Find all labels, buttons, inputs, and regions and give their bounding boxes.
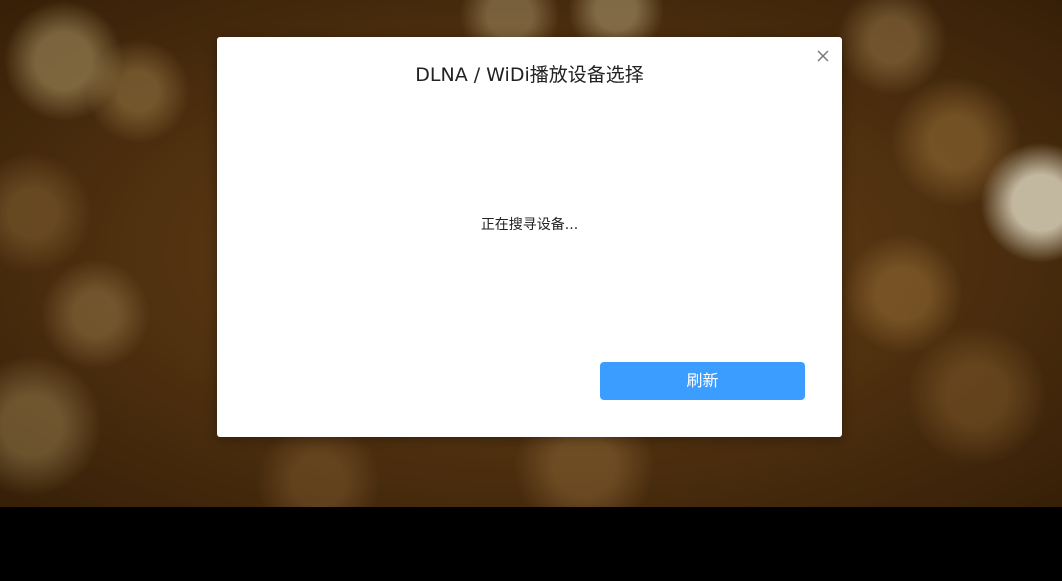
player-window: DLNA / WiDi播放设备选择 正在搜寻设备... 刷新 xyxy=(0,0,1062,581)
close-icon xyxy=(817,50,829,62)
device-select-dialog: DLNA / WiDi播放设备选择 正在搜寻设备... 刷新 xyxy=(217,37,842,437)
dialog-title: DLNA / WiDi播放设备选择 xyxy=(415,64,644,86)
close-button[interactable] xyxy=(814,47,832,65)
refresh-button[interactable]: 刷新 xyxy=(600,362,805,400)
control-bar xyxy=(0,507,1062,581)
searching-status: 正在搜寻设备... xyxy=(480,217,579,233)
